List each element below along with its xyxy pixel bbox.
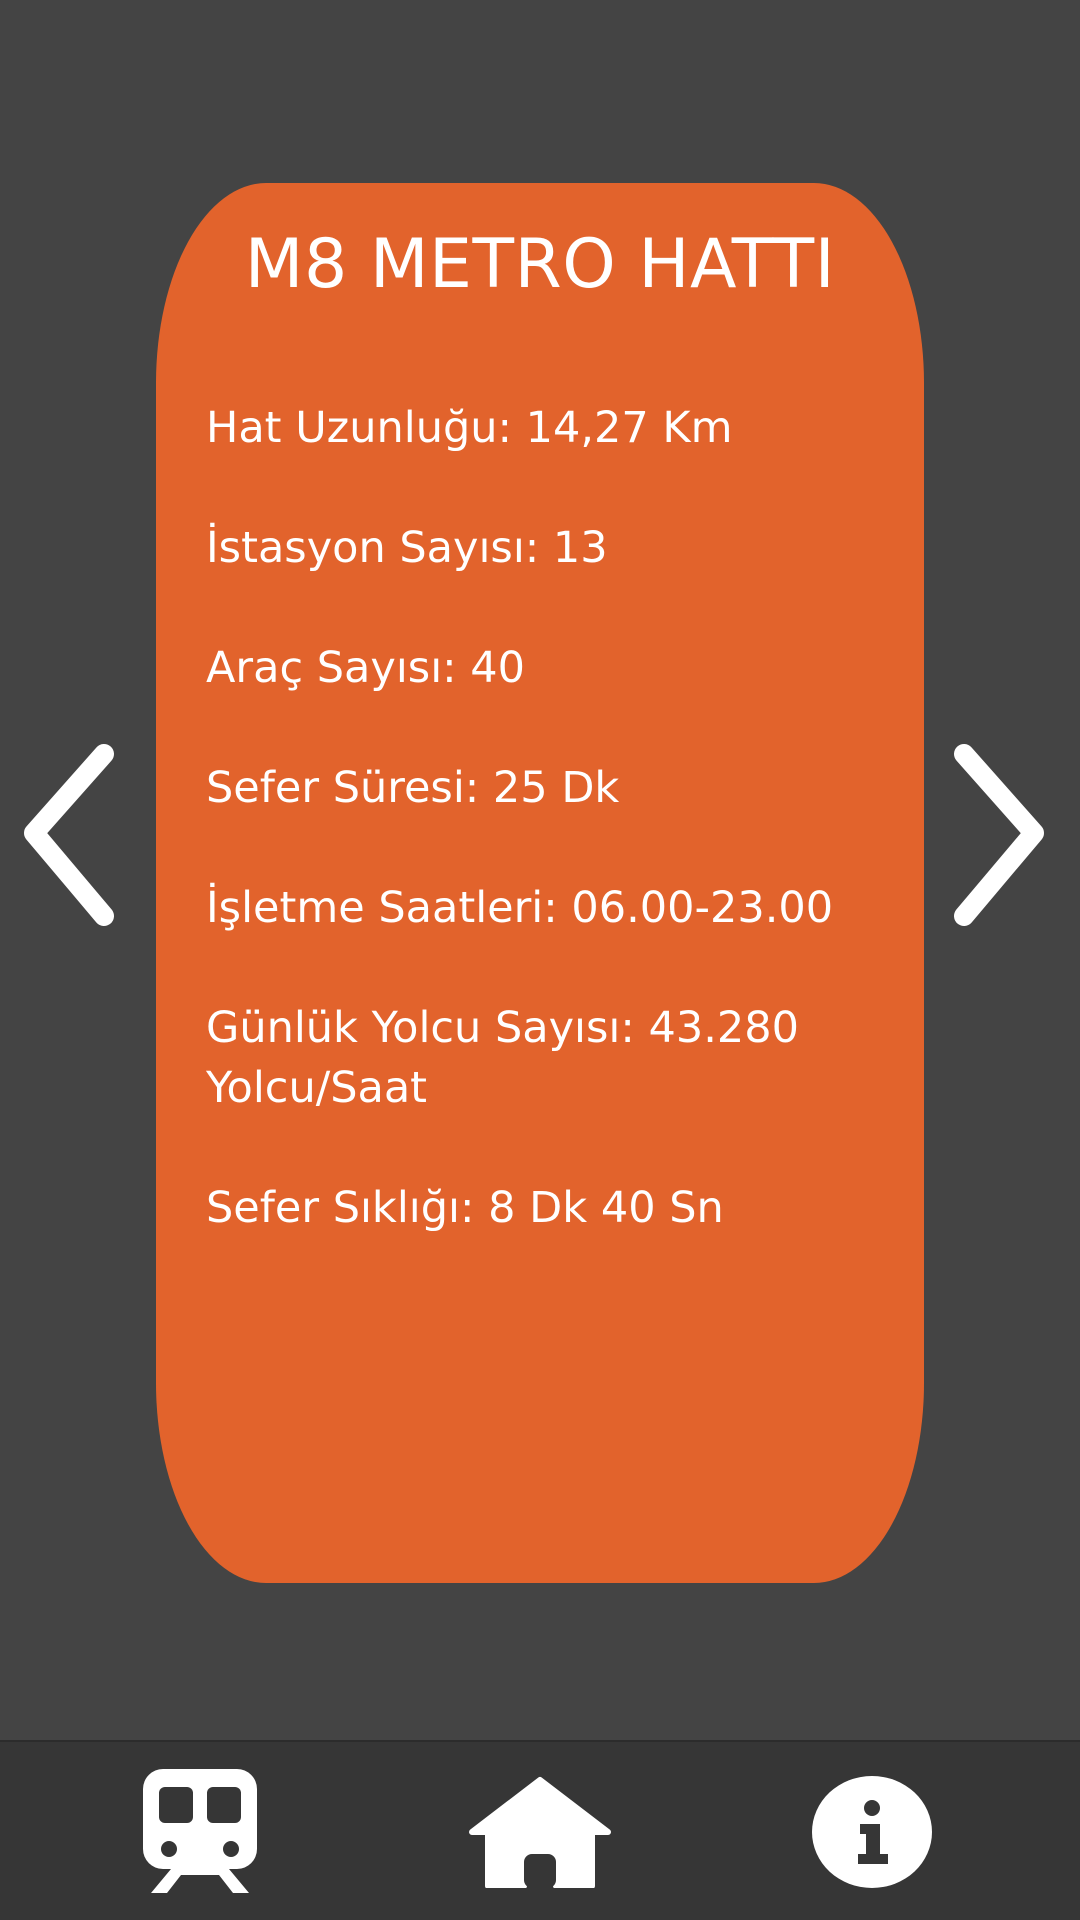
bottom-navigation-bar (0, 1740, 1080, 1920)
info-operating-hours: İşletme Saatleri: 06.00-23.00 (206, 883, 834, 933)
info-daily-passengers-line1: Günlük Yolcu Sayısı: 43.280 (206, 1003, 799, 1053)
train-icon (143, 1769, 257, 1893)
info-vehicle-count: Araç Sayısı: 40 (206, 643, 526, 693)
card-title: M8 METRO HATTI (244, 225, 836, 304)
info-daily-passengers-line2: Yolcu/Saat (206, 1063, 428, 1113)
info-icon (812, 1776, 932, 1888)
info-line-length: Hat Uzunluğu: 14,27 Km (206, 403, 733, 453)
next-line-button[interactable] (950, 740, 1046, 930)
info-list: Hat Uzunluğu: 14,27 Km İstasyon Sayısı: … (206, 398, 896, 1298)
tab-info[interactable] (772, 1742, 972, 1920)
info-daily-passengers: Günlük Yolcu Sayısı: 43.280 Yolcu/Saat (206, 998, 896, 1118)
previous-line-button[interactable] (22, 740, 118, 930)
chevron-left-icon (24, 744, 114, 926)
screen: M8 METRO HATTI Hat Uzunluğu: 14,27 Km İs… (0, 0, 1080, 1920)
info-trip-duration: Sefer Süresi: 25 Dk (206, 763, 620, 813)
line-info-card: M8 METRO HATTI Hat Uzunluğu: 14,27 Km İs… (156, 183, 924, 1583)
home-icon (469, 1777, 611, 1888)
info-trip-frequency: Sefer Sıklığı: 8 Dk 40 Sn (206, 1183, 724, 1233)
chevron-right-icon (954, 744, 1044, 926)
tab-home[interactable] (440, 1742, 640, 1920)
info-station-count: İstasyon Sayısı: 13 (206, 523, 608, 573)
tab-metro[interactable] (100, 1742, 300, 1920)
